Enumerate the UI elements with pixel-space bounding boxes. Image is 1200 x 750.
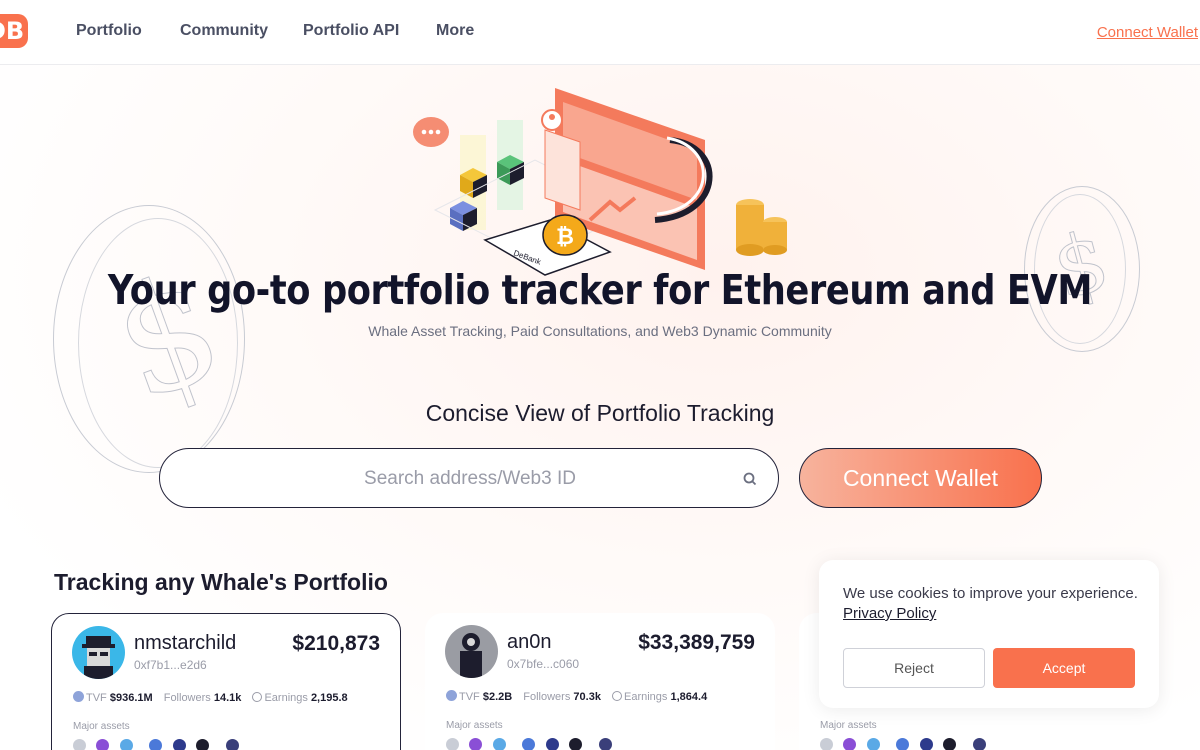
- token-icon: [196, 739, 210, 750]
- token-icon: [843, 738, 857, 750]
- debank-logo[interactable]: DB: [0, 14, 28, 48]
- info-icon: [446, 690, 457, 701]
- token-icon: [866, 738, 880, 750]
- whale-stats: TVF $2.2B Followers 70.3k Earnings 1,864…: [446, 690, 715, 703]
- search-input[interactable]: [180, 459, 760, 499]
- tvf-value: $2.2B: [482, 691, 513, 703]
- svg-text:₿: ₿: [556, 224, 574, 249]
- token-icon: [972, 738, 986, 750]
- token-icon: [943, 738, 957, 750]
- search-bar[interactable]: [159, 448, 779, 508]
- whale-address: 0x7bfe...c060: [507, 657, 580, 671]
- token-icon: [919, 738, 933, 750]
- token-icon: [469, 738, 483, 750]
- major-assets-label: Major assets: [73, 721, 130, 732]
- whale-name: an0n: [507, 631, 552, 653]
- followers-label: Followers: [523, 691, 571, 703]
- hero-subtitle: Whale Asset Tracking, Paid Consultations…: [368, 323, 832, 339]
- nav-item-community[interactable]: Community: [180, 22, 268, 40]
- nav-connect-wallet-link[interactable]: Connect Wallet: [1097, 24, 1198, 41]
- earnings-icon: [252, 692, 263, 702]
- eth-icon: [820, 738, 833, 750]
- whale-section-title: Tracking any Whale's Portfolio: [54, 569, 388, 595]
- hero-title: Your go-to portfolio tracker for Ethereu…: [107, 266, 1093, 314]
- whale-value: $33,389,759: [638, 631, 755, 654]
- tvf-label: TVF: [459, 691, 480, 703]
- whale-card[interactable]: an0n 0x7bfe...c060 $33,389,759 TVF $2.2B…: [425, 613, 775, 750]
- cookie-banner: We use cookies to improve your experienc…: [819, 560, 1159, 708]
- eth-icon: [73, 739, 86, 750]
- token-icon: [569, 738, 583, 750]
- earnings-icon: [612, 691, 622, 701]
- tvf-label: TVF: [86, 692, 107, 704]
- nav-item-portfolio-api[interactable]: Portfolio API: [303, 22, 399, 40]
- token-icon: [598, 738, 612, 750]
- major-assets-label: Major assets: [820, 720, 877, 731]
- token-icon: [492, 738, 506, 750]
- earnings-value: 2,195.8: [310, 692, 348, 704]
- earnings-label: Earnings: [624, 691, 668, 703]
- avatar: [445, 625, 498, 678]
- major-assets-list: [820, 738, 992, 750]
- avatar: [72, 626, 125, 679]
- major-assets-label: Major assets: [446, 720, 503, 731]
- top-nav: DB Portfolio Community Portfolio API Mor…: [0, 0, 1200, 65]
- token-icon: [896, 738, 910, 750]
- connect-wallet-button[interactable]: Connect Wallet: [799, 448, 1042, 508]
- hero-illustration: DeBank ₿: [413, 88, 787, 276]
- followers-value: 70.3k: [573, 691, 601, 703]
- token-icon: [225, 739, 239, 750]
- token-icon: [96, 739, 110, 750]
- token-icon: [522, 738, 536, 750]
- major-assets-list: [446, 738, 618, 750]
- whale-value: $210,873: [292, 632, 380, 655]
- earnings-value: 1,864.4: [670, 691, 708, 703]
- major-assets-list: [73, 739, 245, 750]
- whale-stats: TVF $936.1M Followers 14.1k Earnings 2,1…: [73, 691, 356, 704]
- token-icon: [119, 739, 133, 750]
- whale-card[interactable]: nmstarchild 0xf7b1...e2d6 $210,873 TVF $…: [51, 613, 401, 750]
- earnings-label: Earnings: [264, 692, 308, 704]
- info-icon: [73, 691, 84, 702]
- token-icon: [149, 739, 163, 750]
- whale-address: 0xf7b1...e2d6: [134, 658, 207, 672]
- privacy-policy-link[interactable]: Privacy Policy: [843, 605, 936, 622]
- token-icon: [545, 738, 559, 750]
- accept-cookies-button[interactable]: Accept: [993, 648, 1135, 688]
- search-icon[interactable]: [742, 471, 758, 487]
- cookie-message: We use cookies to improve your experienc…: [843, 585, 1138, 602]
- followers-label: Followers: [163, 692, 211, 704]
- eth-icon: [446, 738, 459, 750]
- token-icon: [172, 739, 186, 750]
- followers-value: 14.1k: [213, 692, 242, 704]
- tracking-section-title: Concise View of Portfolio Tracking: [425, 400, 775, 426]
- nav-item-portfolio[interactable]: Portfolio: [76, 22, 142, 40]
- tvf-value: $936.1M: [109, 692, 153, 704]
- reject-cookies-button[interactable]: Reject: [843, 648, 985, 688]
- nav-item-more[interactable]: More: [436, 22, 474, 40]
- whale-name: nmstarchild: [134, 632, 237, 654]
